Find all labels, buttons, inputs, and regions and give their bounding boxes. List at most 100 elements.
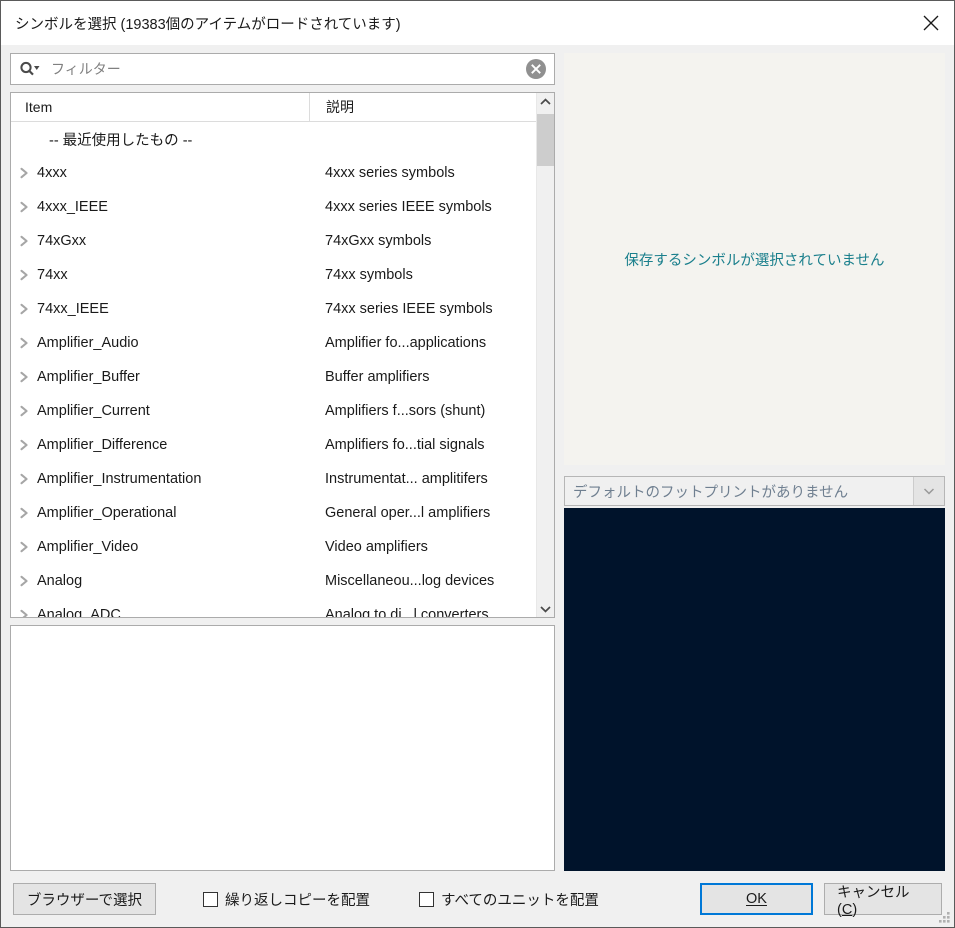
filter-bar[interactable] [10,53,555,85]
tree-row[interactable]: 4xxx_IEEE 4xxx series IEEE symbols [11,190,536,224]
symbol-details-pane [10,625,555,871]
tree-row[interactable]: Amplifier_Video Video amplifiers [11,530,536,564]
tree-row[interactable]: 74xx_IEEE 74xx series IEEE symbols [11,292,536,326]
chevron-right-icon[interactable] [11,269,37,281]
tree-row[interactable]: Analog Miscellaneou...log devices [11,564,536,598]
place-all-units-checkbox[interactable]: すべてのユニットを配置 [419,889,599,910]
chevron-down-icon[interactable] [913,477,944,505]
tree-row[interactable]: Amplifier_Difference Amplifiers fo...tial… [11,428,536,462]
dialog-title: シンボルを選択 (19383個のアイテムがロードされています) [15,16,401,33]
tree-row-list: -- 最近使用したもの -- 4xxx 4xxx series symbols 4xx… [11,122,536,617]
right-column: 保存するシンボルが選択されていません デフォルトのフットプリントがありません [564,53,945,871]
dialog-button-bar: ブラウザーで選択 繰り返しコピーを配置 すべてのユニットを配置 OK キャンセル… [1,871,954,927]
symbol-preview-panel: 保存するシンボルが選択されていません [564,53,945,465]
tree-row-description: 4xxx series symbols [325,165,455,181]
tree-row[interactable]: 74xGxx 74xGxx symbols [11,224,536,258]
tree-row-description: 74xGxx symbols [325,233,432,249]
tree-row-name: Amplifier_Audio [37,335,139,351]
tree-row-description: Analog to di...l converters [325,607,489,617]
tree-row-description: 74xx series IEEE symbols [325,301,493,317]
scrollbar-track[interactable] [537,110,554,600]
chevron-right-icon[interactable] [11,541,37,553]
tree-row-description: Amplifier fo...applications [325,335,487,351]
tree-row[interactable]: Analog_ADC Analog to di...l converters [11,598,536,617]
tree-row-description: General oper...l amplifiers [325,505,491,521]
tree-row[interactable]: Amplifier_Audio Amplifier fo...applicatio… [11,326,536,360]
checkbox-box[interactable] [419,891,434,907]
tree-row-name: 4xxx_IEEE [37,199,108,215]
ok-button-label: OK [746,891,767,907]
tree-row-name: Amplifier_Difference [37,437,168,453]
column-header-description[interactable]: 説明 [309,93,536,121]
dialog-body: Item 説明 -- 最近使用したもの -- 4xxx 4xxx series sy… [1,45,954,871]
chevron-right-icon[interactable] [11,371,37,383]
tree-row-description: Instrumentat... amplitifers [325,471,488,487]
symbol-tree[interactable]: Item 説明 -- 最近使用したもの -- 4xxx 4xxx series sy… [10,92,555,618]
tree-row[interactable]: 4xxx 4xxx series symbols [11,156,536,190]
chevron-right-icon[interactable] [11,507,37,519]
cancel-button[interactable]: キャンセル (C) [824,883,942,918]
chevron-right-icon[interactable] [11,405,37,417]
checkbox-box[interactable] [203,891,218,907]
tree-row-name: Amplifier_Video [37,539,139,555]
tree-row[interactable]: -- 最近使用したもの -- [11,122,536,156]
scrollbar-thumb[interactable] [537,114,554,166]
tree-row-description: Amplifiers fo...tial signals [325,437,485,453]
chevron-right-icon[interactable] [11,575,37,587]
place-repeated-copies-checkbox[interactable]: 繰り返しコピーを配置 [203,889,370,910]
tree-header: Item 説明 [11,93,536,122]
tree-row-name: Amplifier_Instrumentation [37,471,202,487]
tree-row[interactable]: Amplifier_Instrumentation Instrumentat...… [11,462,536,496]
tree-row-description: Miscellaneou...log devices [325,573,495,589]
ok-button[interactable]: OK [700,883,813,915]
chevron-right-icon[interactable] [11,167,37,179]
chevron-right-icon[interactable] [11,609,37,617]
tree-row-description: Buffer amplifiers [325,369,430,385]
chevron-right-icon[interactable] [11,235,37,247]
tree-row-name: Amplifier_Operational [37,505,177,521]
chevron-right-icon[interactable] [11,439,37,451]
tree-row-name: Analog_ADC [37,607,121,617]
chevron-right-icon[interactable] [11,473,37,485]
tree-row[interactable]: Amplifier_Buffer Buffer amplifiers [11,360,536,394]
tree-row-description: 74xx symbols [325,267,413,283]
tree-row-name: Analog [37,573,83,589]
place-repeated-copies-label: 繰り返しコピーを配置 [225,892,370,909]
title-bar: シンボルを選択 (19383個のアイテムがロードされています) [1,1,954,45]
tree-row-name: Amplifier_Current [37,403,150,419]
footprint-select[interactable]: デフォルトのフットプリントがありません [564,476,945,506]
tree-row-name: 74xx_IEEE [37,301,109,317]
scroll-down-icon[interactable] [537,600,554,617]
chevron-right-icon[interactable] [11,303,37,315]
tree-row-description: 4xxx series IEEE symbols [325,199,492,215]
select-symbol-dialog: シンボルを選択 (19383個のアイテムがロードされています) フィルター It… [0,0,955,928]
no-symbol-message: 保存するシンボルが選択されていません [624,252,885,269]
scroll-up-icon[interactable] [537,93,554,110]
tree-row-description: Video amplifiers [325,539,428,555]
browse-button-label: ブラウザーで選択 [26,892,143,909]
tree-scrollbar[interactable] [536,93,554,617]
search-dropdown-icon[interactable] [19,61,41,77]
filter-input[interactable] [51,61,525,77]
left-column: Item 説明 -- 最近使用したもの -- 4xxx 4xxx series sy… [10,53,555,871]
place-all-units-label: すべてのユニットを配置 [441,892,599,909]
tree-row[interactable]: Amplifier_Current Amplifiers f...sors (sh… [11,394,536,428]
tree-content: Item 説明 -- 最近使用したもの -- 4xxx 4xxx series sy… [11,93,536,617]
tree-row[interactable]: 74xx 74xx symbols [11,258,536,292]
tree-row[interactable]: Amplifier_Operational General oper...l am… [11,496,536,530]
tree-row-name: Amplifier_Buffer [37,369,140,385]
tree-row-description: Amplifiers f...sors (shunt) [325,403,486,419]
close-icon[interactable] [908,2,954,45]
tree-row-name: 4xxx [37,165,67,181]
resize-grip[interactable] [939,912,952,925]
column-header-item[interactable]: Item [11,93,309,121]
footprint-selected-value: デフォルトのフットプリントがありません [573,484,849,501]
clear-circle-icon[interactable] [525,58,547,80]
chevron-right-icon[interactable] [11,337,37,349]
footprint-preview-canvas [564,508,945,871]
tree-row-name: 74xGxx [37,233,87,249]
tree-row-name: -- 最近使用したもの -- [49,132,193,149]
chevron-right-icon[interactable] [11,201,37,213]
cancel-button-label: キャンセル (C) [837,884,910,918]
browse-button[interactable]: ブラウザーで選択 [13,883,156,915]
